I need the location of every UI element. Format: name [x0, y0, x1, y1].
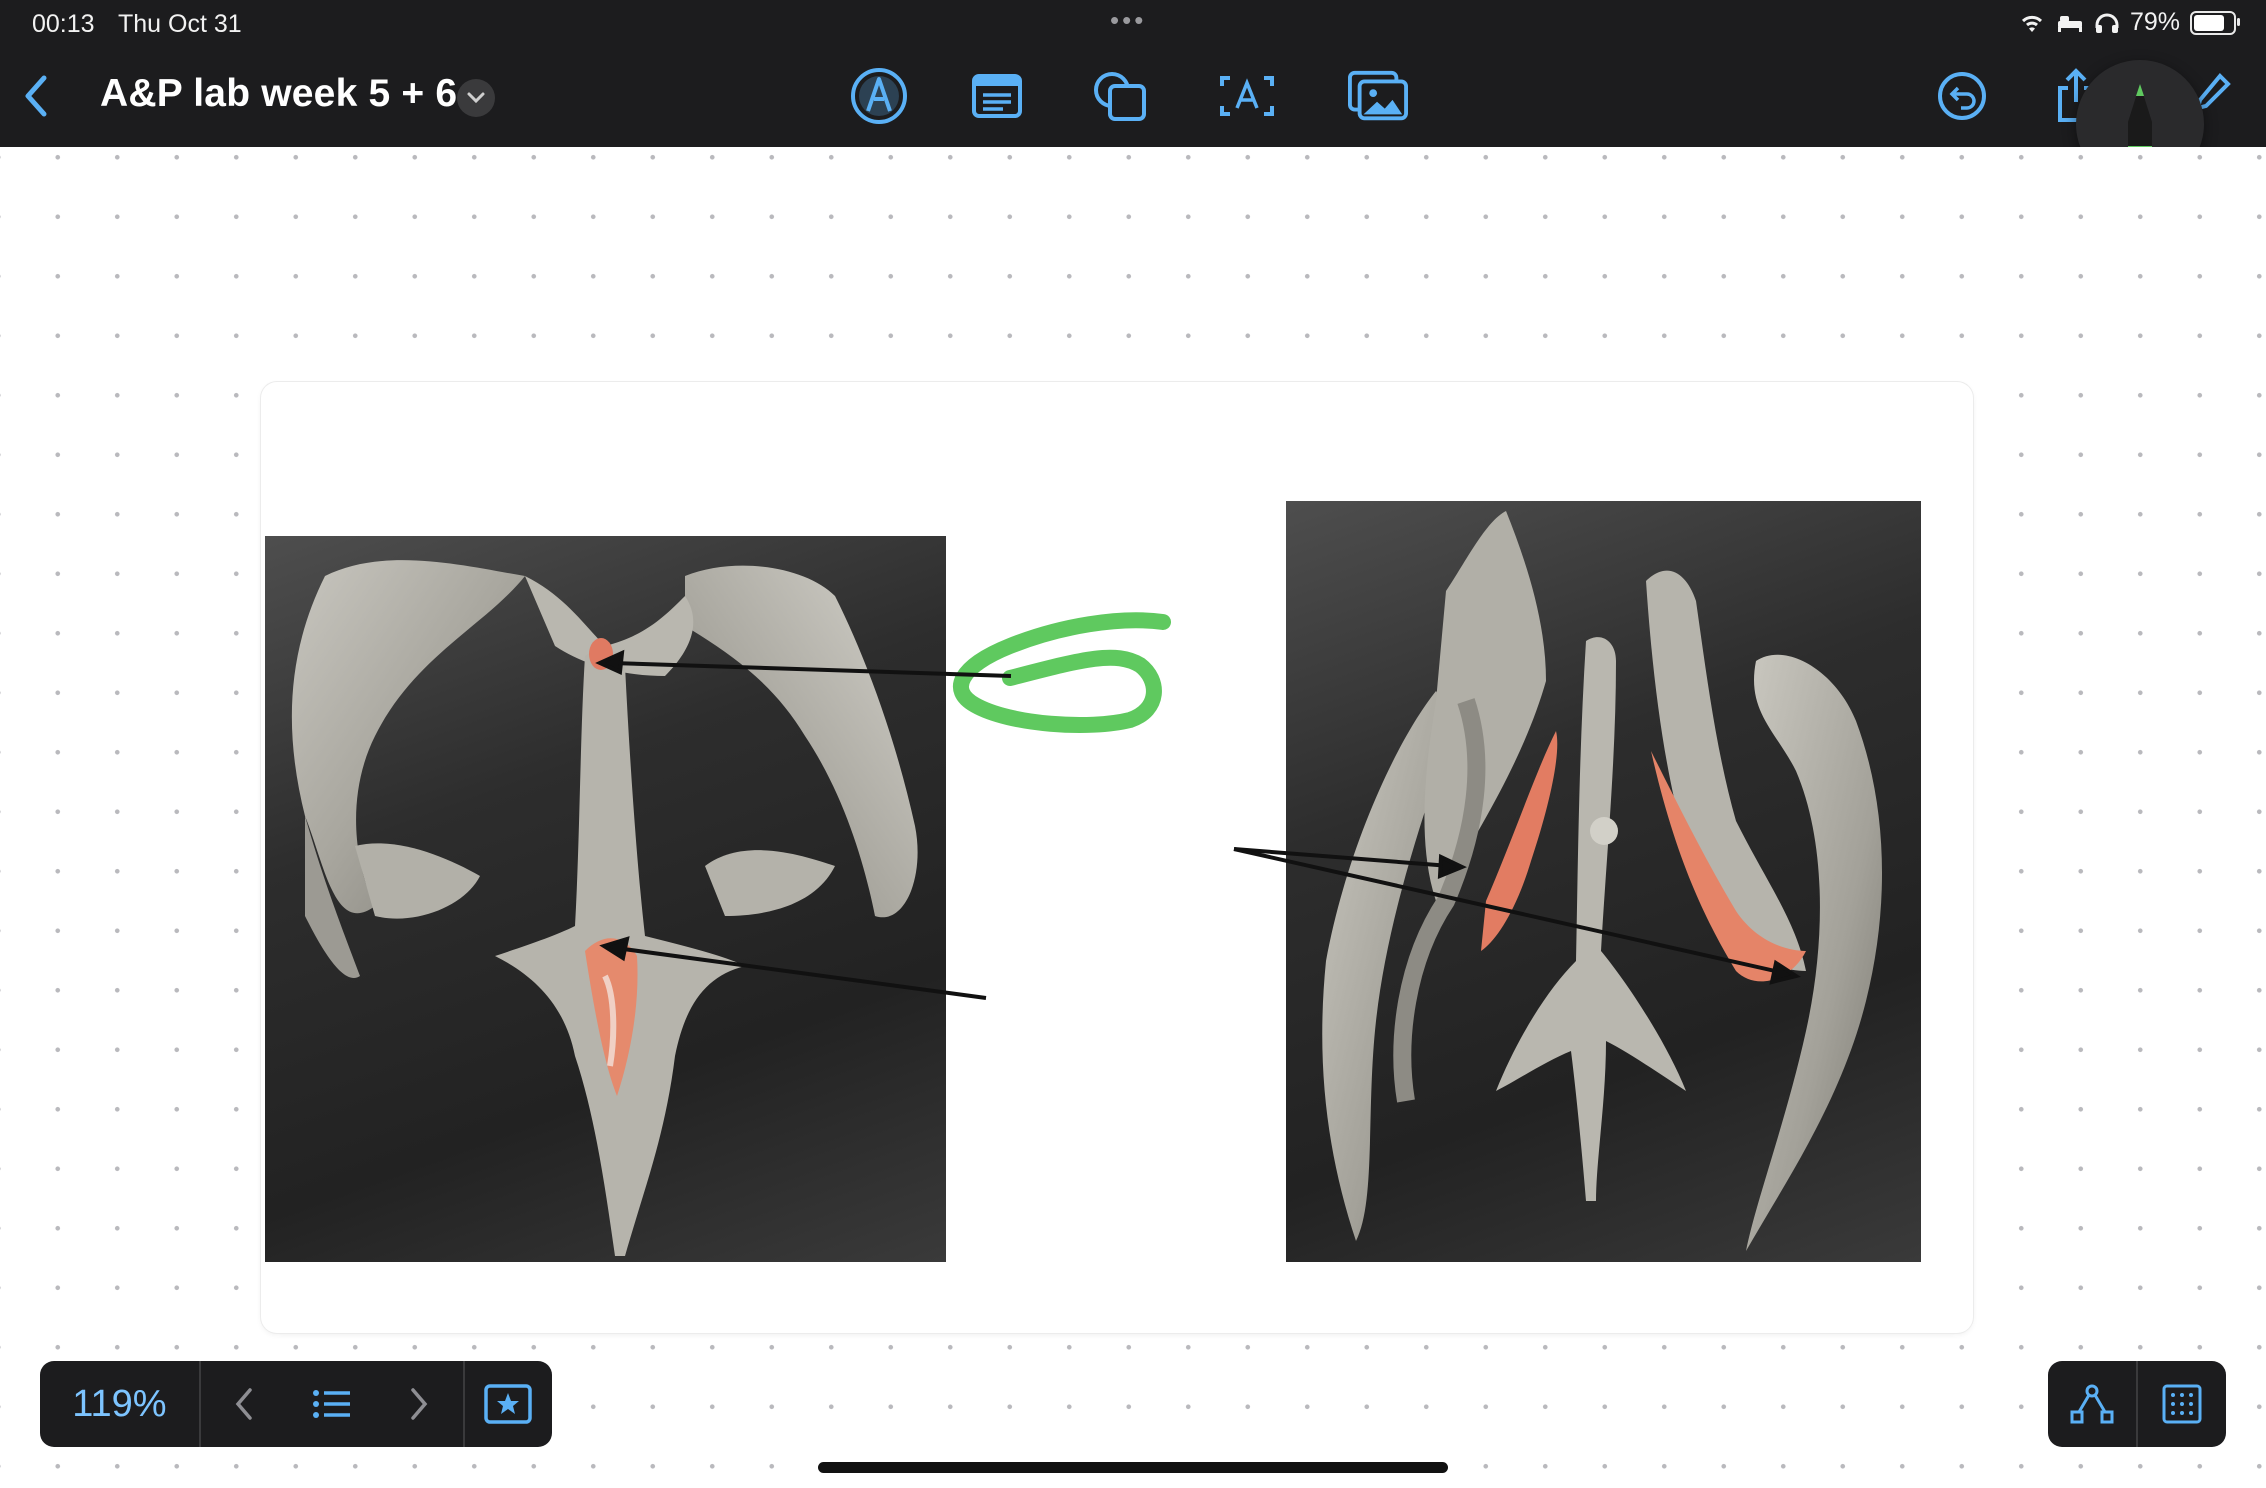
status-indicators: 79%	[2018, 8, 2240, 37]
top-bar: 00:13 Thu Oct 31 ••• 79% A&P lab week 5 …	[0, 0, 2266, 147]
bone-model-image-left	[291, 560, 918, 1256]
headphones-icon	[2095, 13, 2119, 33]
media-icon	[1348, 70, 1408, 121]
navigation-bar: 119%	[40, 1361, 552, 1447]
title-menu-button[interactable]	[457, 79, 495, 117]
text-icon	[1220, 76, 1274, 116]
status-date: Thu Oct 31	[118, 10, 242, 38]
chevron-left-icon	[236, 1388, 253, 1420]
battery-icon	[2190, 10, 2240, 35]
chevron-right-icon	[411, 1388, 428, 1420]
undo-button[interactable]	[1932, 66, 1992, 126]
next-scene-button[interactable]	[375, 1361, 462, 1447]
list-icon	[312, 1390, 350, 1418]
pen-tool-button[interactable]	[849, 66, 909, 126]
document-title[interactable]: A&P lab week 5 + 6	[100, 72, 457, 116]
chevron-left-icon	[25, 75, 47, 117]
text-box-icon	[972, 74, 1022, 118]
connector-icon	[2070, 1384, 2114, 1424]
sleep-bed-icon	[2057, 15, 2082, 32]
bone-model-image-right	[1322, 511, 1883, 1251]
grid-button[interactable]	[2138, 1361, 2226, 1447]
text-box-button[interactable]	[967, 66, 1027, 126]
media-button[interactable]	[1348, 66, 1408, 126]
battery-fill	[2194, 14, 2225, 31]
status-time: 00:13	[32, 10, 95, 38]
shapes-icon	[1094, 72, 1146, 121]
star-box-icon	[484, 1384, 533, 1424]
shapes-button[interactable]	[1089, 66, 1149, 126]
back-button[interactable]	[22, 72, 62, 120]
zoom-level-button[interactable]: 119%	[40, 1383, 199, 1426]
home-indicator[interactable]	[818, 1462, 1448, 1473]
connectors-button[interactable]	[2048, 1361, 2136, 1447]
specimen-photo-right[interactable]	[1286, 501, 1921, 1262]
grid-icon	[2162, 1384, 2202, 1424]
pen-tool-icon	[851, 68, 907, 124]
specimen-photo-left[interactable]	[265, 536, 946, 1262]
wifi-icon	[2021, 15, 2042, 32]
text-button[interactable]	[1217, 66, 1277, 126]
multitasking-dots-icon[interactable]: •••	[1110, 5, 1146, 36]
canvas-tools-bar	[2048, 1361, 2226, 1447]
previous-scene-button[interactable]	[201, 1361, 288, 1447]
battery-percent: 79%	[2129, 8, 2180, 36]
chevron-down-icon	[467, 92, 485, 104]
scene-list-button[interactable]	[288, 1361, 375, 1447]
undo-icon	[1938, 72, 1986, 120]
add-scene-button[interactable]	[465, 1361, 552, 1447]
